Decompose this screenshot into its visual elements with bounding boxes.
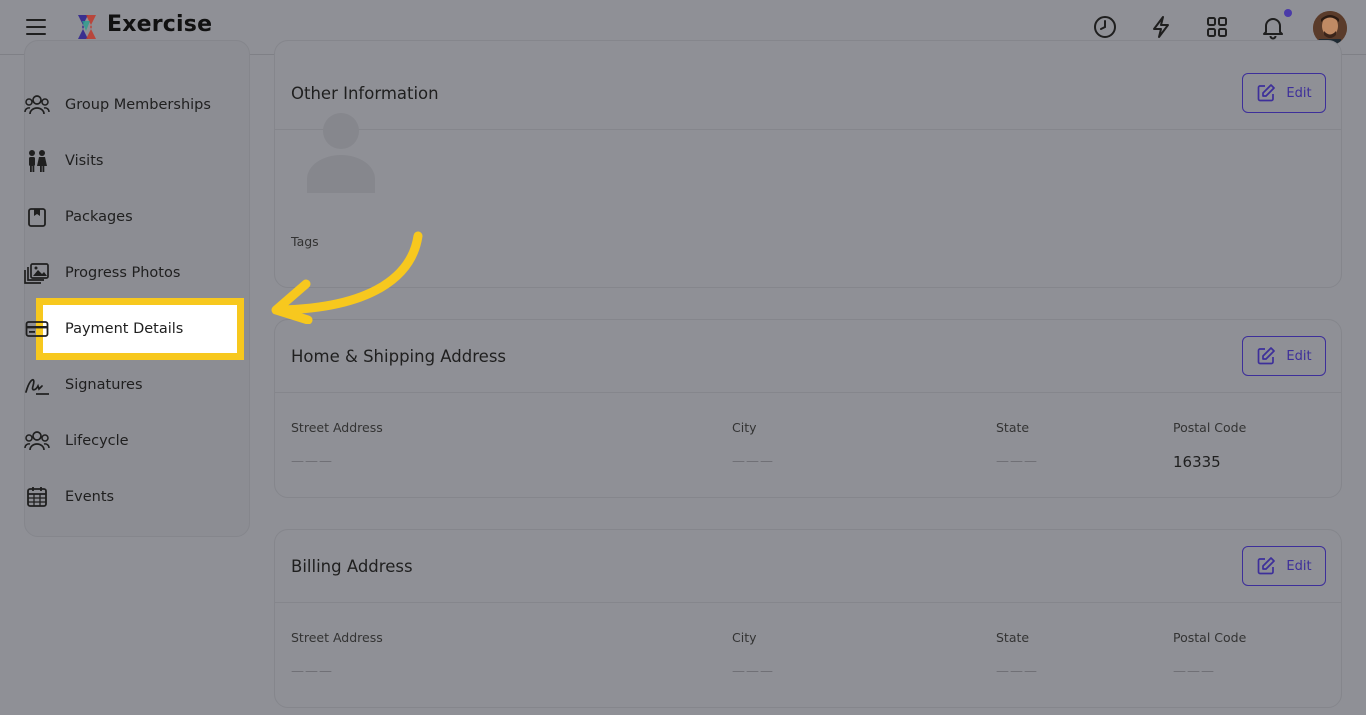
sidebar-item-lifecycle[interactable]: Lifecycle [24,421,224,461]
sidebar-item-label: Visits [65,153,104,169]
package-icon [24,204,50,230]
visits-icon [24,148,50,174]
street-address-value: ——— [291,664,333,679]
home-shipping-address-card: Home & Shipping Address Edit Street Addr… [274,319,1342,498]
card-title: Billing Address [291,557,413,576]
menu-icon[interactable] [26,19,46,35]
sidebar-item-packages[interactable]: Packages [24,197,224,237]
edit-label: Edit [1286,558,1312,574]
sidebar-item-signatures[interactable]: Signatures [24,365,224,405]
sidebar-item-payment-details[interactable]: Payment Details [24,309,224,349]
edit-icon [1258,557,1276,575]
lightning-icon[interactable] [1148,14,1174,40]
street-address-value: ——— [291,454,333,469]
signature-icon [24,372,50,398]
calendar-icon [24,484,50,510]
edit-button[interactable]: Edit [1242,546,1326,586]
city-value: ——— [732,664,774,679]
sidebar-item-label: Progress Photos [65,265,181,281]
profile-placeholder-icon [307,113,375,193]
state-value: ——— [996,454,1038,469]
postal-code-value: ——— [1173,664,1215,679]
postal-code-label: Postal Code [1173,420,1247,435]
sidebar-item-events[interactable]: Events [24,477,224,517]
bell-icon[interactable] [1260,14,1286,40]
street-address-label: Street Address [291,420,383,435]
edit-button[interactable]: Edit [1242,336,1326,376]
group-icon [24,92,50,118]
sidebar-item-group-memberships[interactable]: Group Memberships [24,85,224,125]
brand-name: Exercise [107,12,213,37]
card-title: Other Information [291,84,439,103]
postal-code-label: Postal Code [1173,630,1247,645]
city-label: City [732,420,757,435]
card-title: Home & Shipping Address [291,347,507,366]
logo-icon [78,15,96,39]
state-label: State [996,630,1030,645]
lifecycle-icon [24,428,50,454]
edit-button[interactable]: Edit [1242,73,1326,113]
sidebar-item-progress-photos[interactable]: Progress Photos [24,253,224,293]
notification-dot [1284,9,1292,17]
street-address-label: Street Address [291,630,383,645]
edit-icon [1258,84,1276,102]
edit-label: Edit [1286,348,1312,364]
sidebar-item-label: Signatures [65,377,143,393]
apps-grid-icon[interactable] [1204,14,1230,40]
billing-address-card: Billing Address Edit Street Address ——— … [274,529,1342,708]
divider [275,392,1341,393]
history-icon[interactable] [1092,14,1118,40]
sidebar-item-label: Group Memberships [65,97,211,113]
pointer-arrow-icon [271,231,423,324]
other-information-card: Other Information Edit Tags [274,40,1342,288]
sidebar-item-label: Packages [65,209,133,225]
city-value: ——— [732,454,774,469]
photos-icon [24,260,50,286]
edit-icon [1258,347,1276,365]
divider [275,129,1341,130]
state-label: State [996,420,1030,435]
sidebar-item-visits[interactable]: Visits [24,141,224,181]
edit-label: Edit [1286,85,1312,101]
sidebar-item-label: Payment Details [65,321,184,337]
city-label: City [732,630,757,645]
postal-code-value: 16335 [1173,453,1221,471]
sidebar-item-label: Events [65,489,115,505]
credit-card-icon [24,316,50,342]
divider [275,602,1341,603]
state-value: ——— [996,664,1038,679]
sidebar-item-label: Lifecycle [65,433,129,449]
